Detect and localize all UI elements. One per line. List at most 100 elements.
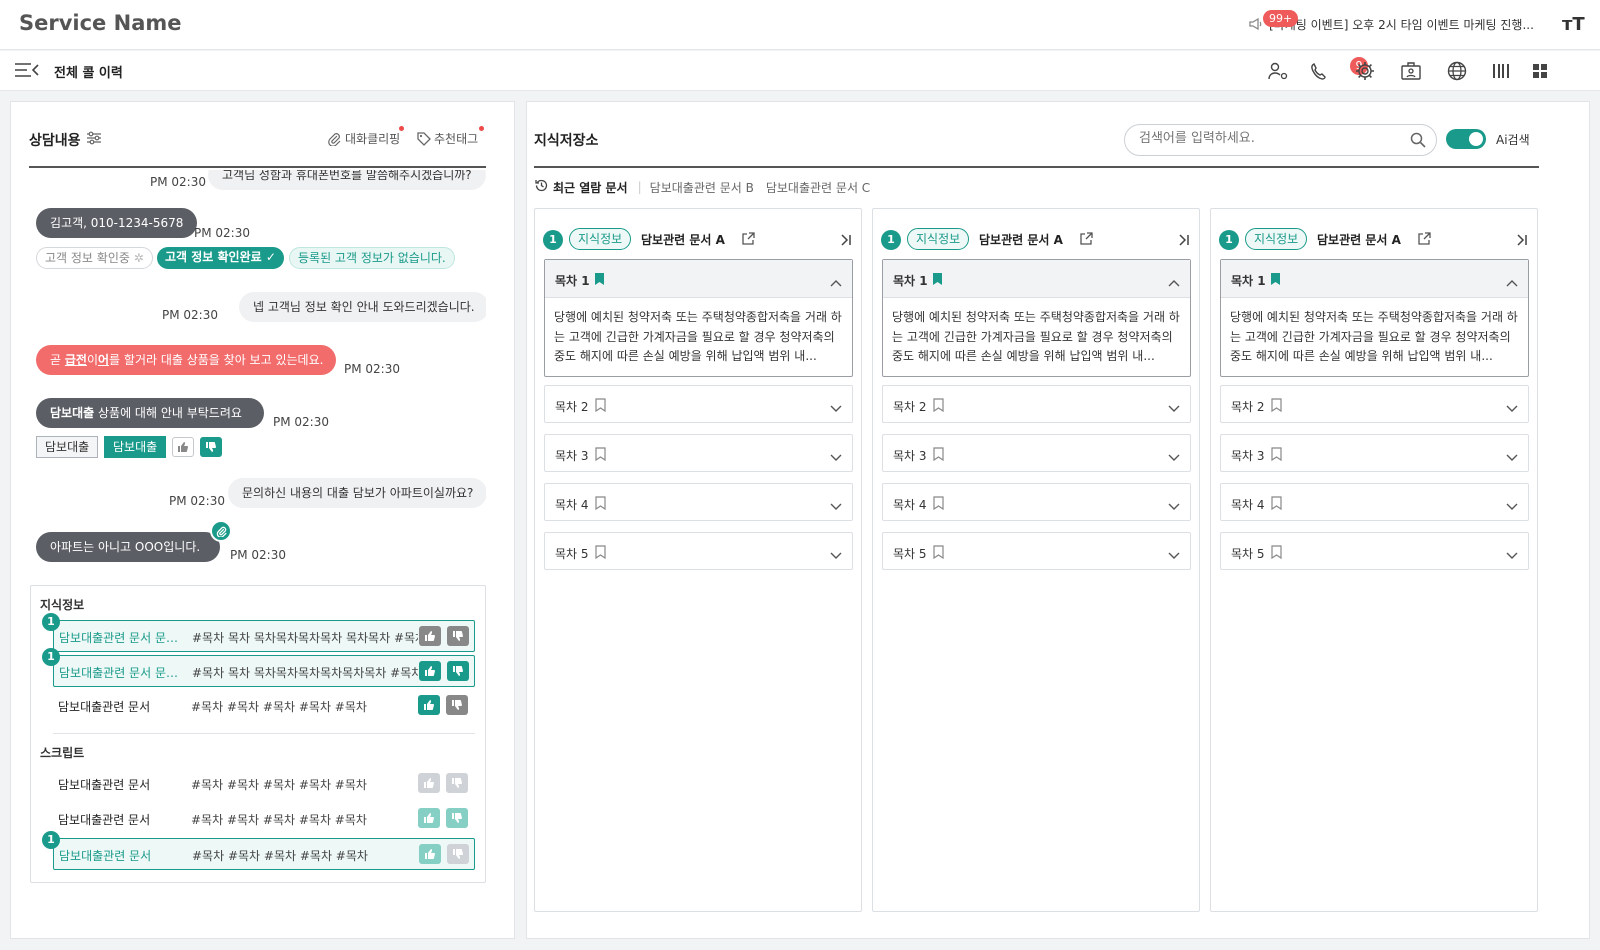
toc-item[interactable]: 목차 5	[882, 532, 1191, 570]
script-row[interactable]: 담보대출관련 문서 #목차 #목차 #목차 #목차 #목차	[53, 768, 475, 800]
thumbs-down-icon[interactable]	[446, 808, 468, 828]
toc-item[interactable]: 목차 4	[544, 483, 853, 521]
user-settings-icon[interactable]	[1265, 59, 1291, 83]
chevron-down-icon[interactable]	[1506, 447, 1518, 466]
search-box[interactable]	[1124, 124, 1437, 156]
knowledge-row[interactable]: 담보대출관련 문서 문서문서 #목차 목차 목차목차목차목차목차목차 #목차 목	[53, 655, 475, 687]
thumbs-down-icon[interactable]	[446, 773, 468, 793]
bookmark-icon[interactable]	[1270, 271, 1281, 290]
chevron-down-icon[interactable]	[1168, 496, 1180, 515]
chevron-down-icon[interactable]	[1168, 398, 1180, 417]
search-input[interactable]	[1139, 131, 1399, 146]
keyword-highlight[interactable]: 급전	[65, 353, 87, 367]
toc-item[interactable]: 목차 2	[1220, 385, 1529, 423]
bookmark-icon[interactable]	[595, 397, 606, 416]
thumbs-up-icon[interactable]	[419, 661, 441, 681]
external-link-icon[interactable]	[741, 231, 755, 250]
thumbs-down-icon[interactable]	[200, 437, 222, 457]
thumbs-down-icon[interactable]	[447, 661, 469, 681]
chevron-up-icon[interactable]	[830, 272, 842, 291]
bookmark-icon[interactable]	[933, 544, 944, 563]
bookmark-icon[interactable]	[1271, 446, 1282, 465]
menu-collapse-icon[interactable]	[14, 61, 40, 83]
grid-icon[interactable]	[1527, 59, 1553, 83]
chevron-down-icon[interactable]	[830, 496, 842, 515]
toc-item[interactable]: 목차 3	[882, 434, 1191, 472]
document-title[interactable]: 담보관련 문서 A	[641, 231, 725, 248]
chevron-down-icon[interactable]	[830, 545, 842, 564]
globe-icon[interactable]	[1444, 59, 1470, 83]
bookmark-icon[interactable]	[933, 495, 944, 514]
bookmark-icon[interactable]	[595, 544, 606, 563]
toc-item[interactable]: 목차 1 당행에 예치된 청약저축 또는 주택청약종합저축을 거래 하는 고객에 …	[544, 259, 853, 377]
toc-item[interactable]: 목차 3	[1220, 434, 1529, 472]
external-link-icon[interactable]	[1079, 231, 1093, 250]
toc-item[interactable]: 목차 1 당행에 예치된 청약저축 또는 주택청약종합저축을 거래 하는 고객에 …	[882, 259, 1191, 377]
ai-search-toggle[interactable]	[1446, 129, 1486, 149]
bookmark-icon[interactable]	[932, 271, 943, 290]
document-title[interactable]: 담보관련 문서 A	[979, 231, 1063, 248]
thumbs-up-icon[interactable]	[419, 626, 441, 646]
keyword-highlight[interactable]: 어	[98, 353, 109, 367]
clip-attach-icon[interactable]	[210, 520, 232, 542]
bookmark-icon[interactable]	[594, 271, 605, 290]
recommend-tag-button[interactable]: 추천태그	[434, 130, 478, 147]
toc-item[interactable]: 목차 4	[882, 483, 1191, 521]
call-alert-icon[interactable]	[1307, 59, 1333, 83]
customer-message: 아파트는 아니고 OOO입니다.	[36, 532, 220, 562]
knowledge-row[interactable]: 담보대출관련 문서 #목차 #목차 #목차 #목차 #목차	[53, 690, 475, 722]
toc-item[interactable]: 목차 1 당행에 예치된 청약저축 또는 주택청약종합저축을 거래 하는 고객에 …	[1220, 259, 1529, 377]
keyword-tag-selected[interactable]: 담보대출	[104, 436, 167, 458]
chevron-down-icon[interactable]	[1168, 545, 1180, 564]
chevron-down-icon[interactable]	[1506, 496, 1518, 515]
columns-icon[interactable]	[1488, 59, 1514, 83]
chevron-up-icon[interactable]	[1506, 272, 1518, 291]
collapse-panel-icon[interactable]	[839, 232, 853, 251]
bookmark-icon[interactable]	[1271, 544, 1282, 563]
script-row[interactable]: 담보대출관련 문서 #목차 #목차 #목차 #목차 #목차	[53, 803, 475, 835]
id-card-icon[interactable]	[1398, 59, 1424, 83]
clipping-button[interactable]: 대화클리핑	[345, 130, 400, 147]
external-link-icon[interactable]	[1417, 231, 1431, 250]
thumbs-down-icon[interactable]	[447, 844, 469, 864]
keyword-tag[interactable]: 담보대출	[36, 436, 99, 458]
recent-doc-link[interactable]: 담보대출관련 문서 B	[650, 179, 754, 196]
knowledge-row[interactable]: 담보대출관련 문서 문서문서 #목차 목차 목차목차목차목차 목차목차 #목차	[53, 620, 475, 652]
thumbs-down-icon[interactable]	[447, 626, 469, 646]
bookmark-icon[interactable]	[1271, 495, 1282, 514]
thumbs-up-icon[interactable]	[418, 773, 440, 793]
gear-icon[interactable]	[1352, 59, 1378, 83]
bookmark-icon[interactable]	[933, 446, 944, 465]
recent-doc-link[interactable]: 담보대출관련 문서 C	[766, 179, 870, 196]
toc-item[interactable]: 목차 3	[544, 434, 853, 472]
bookmark-icon[interactable]	[595, 495, 606, 514]
toc-item[interactable]: 목차 5	[544, 532, 853, 570]
thumbs-up-icon[interactable]	[418, 695, 440, 715]
thumbs-up-icon[interactable]	[172, 437, 194, 457]
font-size-button[interactable]: тT	[1562, 14, 1585, 35]
toc-item[interactable]: 목차 2	[544, 385, 853, 423]
bookmark-icon[interactable]	[595, 446, 606, 465]
document-title[interactable]: 담보관련 문서 A	[1317, 231, 1401, 248]
consult-title: 상담내용	[29, 133, 81, 149]
collapse-panel-icon[interactable]	[1177, 232, 1191, 251]
chevron-down-icon[interactable]	[1506, 398, 1518, 417]
filter-icon[interactable]	[86, 130, 102, 150]
toc-item[interactable]: 목차 5	[1220, 532, 1529, 570]
chevron-down-icon[interactable]	[1506, 545, 1518, 564]
thumbs-down-icon[interactable]	[446, 695, 468, 715]
collapse-panel-icon[interactable]	[1515, 232, 1529, 251]
toc-item[interactable]: 목차 4	[1220, 483, 1529, 521]
bookmark-icon[interactable]	[1271, 397, 1282, 416]
thumbs-up-icon[interactable]	[419, 844, 441, 864]
bookmark-icon[interactable]	[933, 397, 944, 416]
chevron-up-icon[interactable]	[1168, 272, 1180, 291]
thumbs-up-icon[interactable]	[418, 808, 440, 828]
chevron-down-icon[interactable]	[1168, 447, 1180, 466]
toc-item[interactable]: 목차 2	[882, 385, 1191, 423]
chevron-down-icon[interactable]	[830, 398, 842, 417]
script-row[interactable]: 담보대출관련 문서 #목차 #목차 #목차 #목차 #목차	[53, 838, 475, 870]
chat-area[interactable]: PM 02:30 고객님 성함과 휴대폰번호를 말씀해주시겠습니까? 김고객, …	[28, 170, 486, 590]
search-icon[interactable]	[1410, 132, 1426, 152]
chevron-down-icon[interactable]	[830, 447, 842, 466]
